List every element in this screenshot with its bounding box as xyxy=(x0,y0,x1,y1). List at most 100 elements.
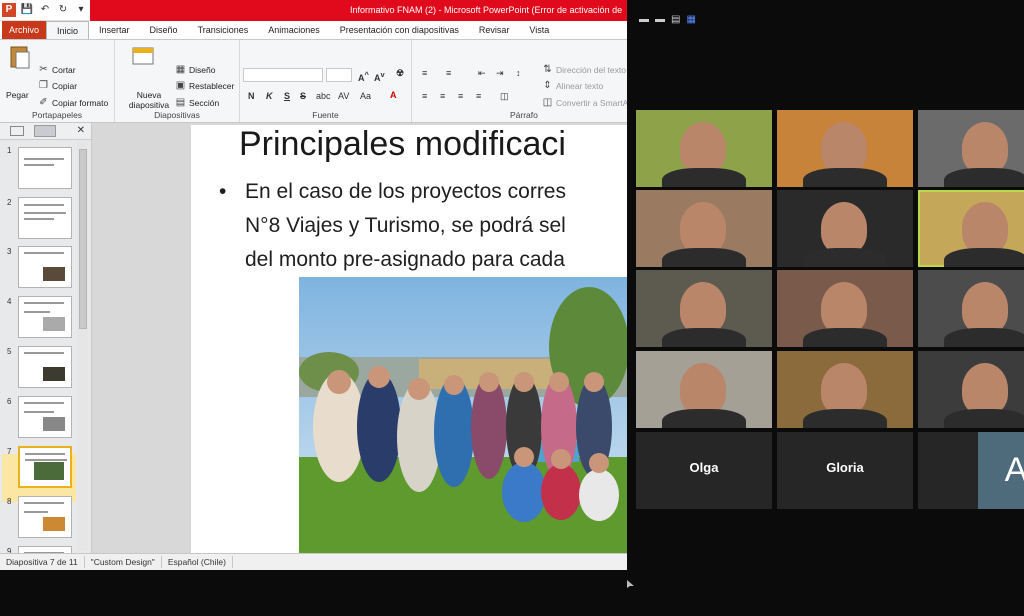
gallery-view-icon[interactable]: ▦ xyxy=(686,14,695,25)
char-spacing-icon[interactable]: AV xyxy=(338,91,349,101)
participant-tile[interactable] xyxy=(636,110,772,187)
participant-video xyxy=(962,122,1008,174)
participant-tile[interactable] xyxy=(636,190,772,267)
increase-indent-icon[interactable]: ⇥ xyxy=(496,68,504,79)
slide-thumbnail[interactable] xyxy=(18,147,72,189)
shrink-font-icon[interactable]: Av xyxy=(374,70,385,83)
clear-format-icon[interactable]: ☢ xyxy=(396,68,404,79)
slide-thumbnail[interactable] xyxy=(18,197,72,239)
tab-presentacion[interactable]: Presentación con diapositivas xyxy=(330,21,469,39)
participant-tile[interactable] xyxy=(636,270,772,347)
slides-tab-icon[interactable] xyxy=(10,126,24,136)
tab-archivo[interactable]: Archivo xyxy=(2,21,47,39)
participant-tile[interactable]: A xyxy=(918,432,1024,509)
group-parrafo: ≡ ≡ ⇤ ⇥ ↕ ≡ ≡ ≡ ≡ ◫ ⇅ Dirección del texto… xyxy=(412,40,627,122)
font-color-button[interactable]: A xyxy=(390,90,397,100)
powerpoint-app-icon[interactable]: P xyxy=(2,3,16,17)
slide-thumbnail[interactable] xyxy=(18,296,72,338)
section-button[interactable]: ▤ Sección xyxy=(175,97,219,108)
section-icon: ▤ xyxy=(175,97,186,108)
undo-icon[interactable]: ↶ xyxy=(38,3,52,17)
participant-tile[interactable] xyxy=(918,190,1024,267)
participant-tile[interactable] xyxy=(777,190,913,267)
text-direction-icon: ⇅ xyxy=(543,64,552,75)
italic-button[interactable]: K xyxy=(266,91,273,101)
group-photo[interactable] xyxy=(299,277,627,553)
copy-button[interactable]: ❐ Copiar xyxy=(38,80,77,91)
slide-thumbnail[interactable] xyxy=(18,496,72,538)
format-painter-button[interactable]: ✐ Copiar formato xyxy=(38,97,108,108)
new-slide-icon[interactable] xyxy=(131,44,155,70)
text-direction-button[interactable]: ⇅ Dirección del texto xyxy=(542,64,626,75)
font-name-select[interactable] xyxy=(243,68,323,82)
slide-title[interactable]: Principales modificaci xyxy=(239,125,566,164)
cut-button[interactable]: ✂ Cortar xyxy=(38,64,75,75)
smartart-icon: ◫ xyxy=(542,97,553,108)
align-text-button[interactable]: ⇕ Alinear texto xyxy=(542,80,603,91)
slide-thumbnail[interactable] xyxy=(18,246,72,288)
current-slide[interactable]: Principales modificaci • En el caso de l… xyxy=(191,125,627,553)
tab-inicio[interactable]: Inicio xyxy=(46,21,90,39)
tab-animaciones[interactable]: Animaciones xyxy=(258,21,330,39)
tab-revisar[interactable]: Revisar xyxy=(469,21,520,39)
participant-tile[interactable] xyxy=(918,351,1024,428)
participant-tile[interactable] xyxy=(636,351,772,428)
smartart-button[interactable]: ◫ Convertir a SmartArt xyxy=(542,97,627,108)
participant-video xyxy=(680,122,726,174)
participant-name: Olga xyxy=(689,460,719,475)
thumbnail-view-icon[interactable]: ▬ xyxy=(655,14,665,25)
new-slide-button[interactable]: Nueva diapositiva xyxy=(121,90,177,110)
participant-body xyxy=(944,328,1024,347)
scrollbar-thumb[interactable] xyxy=(79,149,87,329)
slide-thumbnail-selected[interactable] xyxy=(18,446,72,488)
redo-icon[interactable]: ↻ xyxy=(56,3,70,17)
participant-tile[interactable] xyxy=(777,351,913,428)
layout-button[interactable]: ▦ Diseño xyxy=(175,64,216,75)
justify-icon[interactable]: ≡ xyxy=(476,91,481,101)
minimize-icon[interactable]: ▬ xyxy=(639,14,649,25)
bullets-icon[interactable]: ≡ xyxy=(422,68,427,78)
customize-qat-icon[interactable]: ▾ xyxy=(74,3,88,17)
align-left-icon[interactable]: ≡ xyxy=(422,91,427,101)
reset-button[interactable]: ▣ Restablecer xyxy=(175,80,235,91)
speaker-view-icon[interactable]: ▤ xyxy=(671,14,680,25)
thumb-number: 8 xyxy=(7,497,12,506)
participant-tile[interactable] xyxy=(777,110,913,187)
strike-button[interactable]: S xyxy=(300,91,306,101)
line-spacing-icon[interactable]: ↕ xyxy=(516,68,521,78)
paste-icon[interactable] xyxy=(8,44,32,70)
participant-tile[interactable] xyxy=(777,270,913,347)
tab-vista[interactable]: Vista xyxy=(519,21,559,39)
bold-button[interactable]: N xyxy=(248,91,255,101)
participant-body xyxy=(944,248,1024,267)
slide-thumbnail[interactable] xyxy=(18,346,72,388)
decrease-indent-icon[interactable]: ⇤ xyxy=(478,68,486,79)
thumbnail-scrollbar[interactable] xyxy=(77,141,89,551)
tab-diseno[interactable]: Diseño xyxy=(140,21,188,39)
close-icon[interactable]: ✕ xyxy=(77,125,85,136)
align-center-icon[interactable]: ≡ xyxy=(440,91,445,101)
grow-font-icon[interactable]: A^ xyxy=(358,70,369,83)
participant-video xyxy=(680,363,726,415)
columns-icon[interactable]: ◫ xyxy=(500,91,509,102)
save-icon[interactable]: 💾 xyxy=(20,3,34,17)
abc-spacing-icon[interactable]: abc xyxy=(316,91,331,101)
align-right-icon[interactable]: ≡ xyxy=(458,91,463,101)
participant-video xyxy=(680,282,726,334)
participant-body xyxy=(662,328,746,347)
paste-button[interactable]: Pegar xyxy=(6,90,29,100)
participant-tile[interactable] xyxy=(918,110,1024,187)
tab-insertar[interactable]: Insertar xyxy=(89,21,140,39)
outline-tab-icon[interactable] xyxy=(34,125,56,137)
tab-transiciones[interactable]: Transiciones xyxy=(188,21,259,39)
language-status[interactable]: Español (Chile) xyxy=(162,556,233,568)
underline-button[interactable]: S xyxy=(284,91,290,101)
bullet-line-1: En el caso de los proyectos corres xyxy=(245,180,566,203)
participant-tile[interactable] xyxy=(918,270,1024,347)
numbering-icon[interactable]: ≡ xyxy=(446,68,451,78)
font-size-select[interactable] xyxy=(326,68,352,82)
participant-tile[interactable]: Olga xyxy=(636,432,772,509)
participant-tile[interactable]: Gloria xyxy=(777,432,913,509)
change-case-button[interactable]: Aa xyxy=(360,91,371,101)
slide-thumbnail[interactable] xyxy=(18,396,72,438)
